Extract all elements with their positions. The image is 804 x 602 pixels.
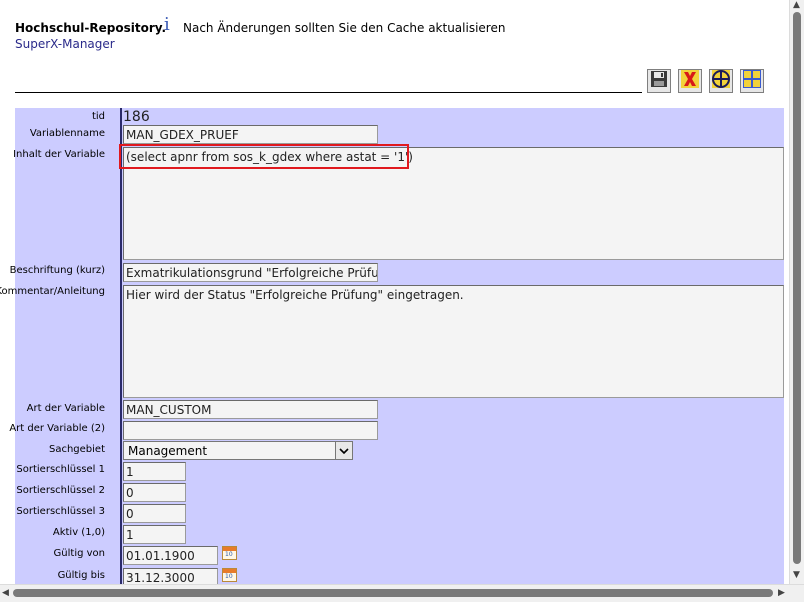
sort2-input[interactable]: 0 [123, 483, 186, 502]
caption-label: Beschriftung (kurz) [9, 265, 105, 276]
content-label: Inhalt der Variable [13, 149, 105, 160]
valid-to-label: Gültig bis [57, 570, 105, 581]
comment-textarea[interactable]: Hier wird der Status "Erfolgreiche Prüfu… [123, 285, 784, 398]
valid-from-input[interactable]: 01.01.1900 [123, 546, 218, 565]
add-icon [711, 69, 731, 93]
sort1-input[interactable]: 1 [123, 462, 186, 481]
vertical-scroll-thumb[interactable] [793, 12, 801, 564]
grid-icon [742, 69, 762, 93]
delete-icon [680, 69, 700, 93]
type-label: Art der Variable [26, 403, 105, 414]
scroll-left-icon[interactable]: ◀ [2, 588, 9, 598]
scroll-up-icon[interactable]: ▲ [793, 0, 800, 10]
page-title: Hochschul-Repository. [15, 21, 167, 35]
horizontal-scrollbar[interactable]: ◀ ▶ [0, 584, 804, 602]
valid-from-label: Gültig von [53, 548, 105, 559]
page-frame: Hochschul-Repository. i Nach Änderungen … [0, 0, 789, 584]
calendar-icon[interactable]: 10 [222, 568, 237, 582]
type2-input[interactable] [123, 421, 378, 440]
add-button[interactable] [709, 69, 733, 93]
highlight-box [119, 144, 409, 169]
cache-message: Nach Änderungen sollten Sie den Cache ak… [183, 21, 506, 35]
save-button[interactable] [647, 69, 671, 93]
sort3-input[interactable]: 0 [123, 504, 186, 523]
superx-manager-link[interactable]: SuperX-Manager [15, 37, 115, 51]
info-icon[interactable]: i [164, 14, 170, 35]
tid-label: tid [91, 111, 105, 122]
area-select[interactable]: Management [123, 441, 353, 460]
scroll-down-icon[interactable]: ▼ [793, 570, 800, 580]
active-input[interactable]: 1 [123, 525, 186, 544]
active-label: Aktiv (1,0) [52, 527, 105, 538]
varname-input[interactable]: MAN_GDEX_PRUEF [123, 125, 378, 144]
comment-label: Kommentar/Anleitung [0, 286, 105, 297]
vertical-scrollbar[interactable]: ▲ ▼ [789, 0, 804, 584]
tid-value: 186 [123, 109, 150, 125]
save-icon [650, 70, 668, 92]
horizontal-scroll-thumb[interactable] [13, 589, 773, 597]
delete-button[interactable] [678, 69, 702, 93]
calendar-icon[interactable]: 10 [222, 546, 237, 560]
area-label: Sachgebiet [48, 444, 105, 455]
sort2-label: Sortierschlüssel 2 [16, 485, 105, 496]
sort3-label: Sortierschlüssel 3 [16, 506, 105, 517]
caption-input[interactable]: Exmatrikulationsgrund "Erfolgreiche Prüf… [123, 263, 378, 282]
grid-button[interactable] [740, 69, 764, 93]
header-divider [15, 92, 642, 93]
sort1-label: Sortierschlüssel 1 [16, 464, 105, 475]
label-separator [120, 108, 122, 584]
scroll-right-icon[interactable]: ▶ [778, 588, 785, 598]
type2-label: Art der Variable (2) [9, 423, 105, 434]
type-input[interactable]: MAN_CUSTOM [123, 400, 378, 419]
varname-label: Variablenname [29, 128, 105, 139]
chevron-down-icon[interactable] [335, 442, 352, 459]
valid-to-input[interactable]: 31.12.3000 [123, 568, 218, 584]
area-select-value: Management [128, 444, 208, 458]
